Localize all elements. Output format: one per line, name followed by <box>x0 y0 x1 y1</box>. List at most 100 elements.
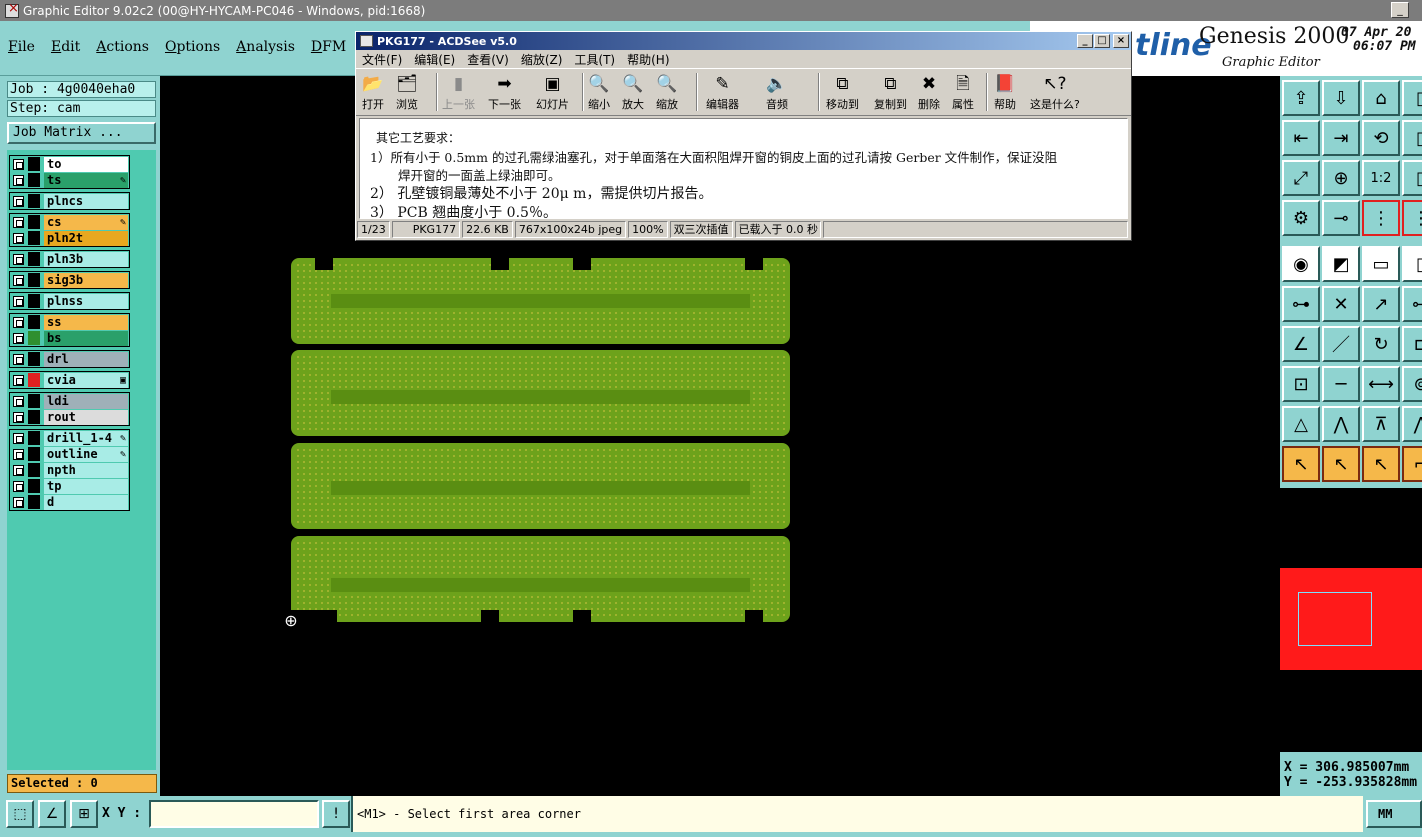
layer-color-swatch[interactable] <box>28 479 40 493</box>
layer-name[interactable]: rout <box>44 409 128 425</box>
layer-color-swatch[interactable] <box>28 194 40 208</box>
layer-color-swatch[interactable] <box>28 410 40 424</box>
tool-icon[interactable]: ⊏ <box>1402 326 1422 362</box>
layer-checkbox[interactable] <box>13 274 24 286</box>
layer-name[interactable]: drill_1-4 ✎ <box>44 430 128 446</box>
tool-icon[interactable]: ⟲ <box>1362 120 1400 156</box>
job-matrix-button[interactable]: Job Matrix ... <box>7 122 156 144</box>
tool-icon[interactable]: ⋮ <box>1362 200 1400 236</box>
acdsee-toolbar-button[interactable]: 🔍 缩放 <box>656 72 678 112</box>
units-button[interactable]: MM <box>1366 800 1422 828</box>
layer-row[interactable]: bs <box>10 330 129 346</box>
acdsee-toolbar-button[interactable]: ✖ 删除 <box>918 72 940 112</box>
acdsee-toolbar-button[interactable]: ▣ 幻灯片 <box>536 72 569 112</box>
tool-icon[interactable]: ◩ <box>1322 246 1360 282</box>
tool-icon[interactable]: ∠ <box>1282 326 1320 362</box>
tool-icon[interactable]: ⊶ <box>1282 286 1320 322</box>
layer-checkbox[interactable] <box>13 353 24 365</box>
menu-options[interactable]: Options <box>165 39 220 55</box>
acdsee-menu-zoom[interactable]: 缩放(Z) <box>521 51 563 68</box>
tool-icon[interactable]: ▯ <box>1402 120 1422 156</box>
layer-name[interactable]: ts ✎ <box>44 172 128 188</box>
layer-checkbox[interactable] <box>13 295 24 307</box>
tool-icon[interactable]: ⚙ <box>1282 200 1320 236</box>
menu-edit[interactable]: Edit <box>51 39 80 55</box>
tool-icon[interactable]: ↻ <box>1362 326 1400 362</box>
layer-color-swatch[interactable] <box>28 495 40 509</box>
acdsee-close-button[interactable]: × <box>1113 34 1129 48</box>
layer-color-swatch[interactable] <box>28 394 40 408</box>
tool-icon[interactable]: ⇤ <box>1282 120 1320 156</box>
menu-analysis[interactable]: Analysis <box>236 39 295 55</box>
layer-checkbox[interactable] <box>13 464 24 476</box>
acdsee-toolbar-button[interactable]: ▮ 上一张 <box>442 72 475 112</box>
acdsee-minimize-button[interactable]: _ <box>1077 34 1093 48</box>
tool-icon[interactable]: ✕ <box>1322 286 1360 322</box>
xy-input[interactable] <box>149 800 319 828</box>
layer-name[interactable]: plncs <box>44 193 128 209</box>
layer-name[interactable]: pln2t <box>44 230 128 246</box>
tool-icon[interactable]: ⤢ <box>1282 160 1320 196</box>
acdsee-toolbar-button[interactable]: 🔍 放大 <box>622 72 644 112</box>
tool-icon[interactable]: ▭ <box>1362 246 1400 282</box>
tool-icon[interactable]: ▯ <box>1402 246 1422 282</box>
layer-row[interactable]: ss <box>10 314 129 330</box>
layer-row[interactable]: cvia ▣ <box>10 372 129 388</box>
menu-actions[interactable]: Actions <box>96 39 149 55</box>
layer-name[interactable]: cvia ▣ <box>44 372 128 388</box>
layer-checkbox[interactable] <box>13 395 24 407</box>
layer-checkbox[interactable] <box>13 448 24 460</box>
layer-row[interactable]: drill_1-4 ✎ <box>10 430 129 446</box>
layer-row[interactable]: ldi <box>10 393 129 409</box>
layer-checkbox[interactable] <box>13 158 24 170</box>
layer-checkbox[interactable] <box>13 411 24 423</box>
layer-checkbox[interactable] <box>13 432 24 444</box>
acdsee-menu-help[interactable]: 帮助(H) <box>627 51 669 68</box>
tool-icon[interactable]: ⋀ <box>1402 406 1422 442</box>
acdsee-toolbar-button[interactable]: ⧉ 复制到 <box>874 72 907 112</box>
layer-row[interactable]: sig3b <box>10 272 129 288</box>
acdsee-toolbar-button[interactable]: ⧉ 移动到 <box>826 72 859 112</box>
layer-color-swatch[interactable] <box>28 315 40 329</box>
tool-icon[interactable]: ⋮ <box>1402 200 1422 236</box>
layer-row[interactable]: d <box>10 494 129 510</box>
layer-checkbox[interactable] <box>13 253 24 265</box>
acdsee-toolbar-button[interactable]: 🔍 缩小 <box>588 72 610 112</box>
layer-name[interactable]: outline ✎ <box>44 446 128 462</box>
layer-color-swatch[interactable] <box>28 231 40 245</box>
layer-color-swatch[interactable] <box>28 431 40 445</box>
acdsee-menu-tools[interactable]: 工具(T) <box>574 51 615 68</box>
layer-name[interactable]: tp <box>44 478 128 494</box>
acdsee-toolbar-button[interactable]: 📕 帮助 <box>994 72 1016 112</box>
grid-icon[interactable]: ⊞ <box>70 800 98 828</box>
tool-icon[interactable]: ↖ <box>1322 446 1360 482</box>
menu-file[interactable]: File <box>8 39 35 55</box>
layer-name[interactable]: cs ✎ <box>44 214 128 230</box>
layer-checkbox[interactable] <box>13 232 24 244</box>
overview-map[interactable] <box>1280 488 1422 752</box>
tool-icon[interactable]: ⊚ <box>1402 366 1422 402</box>
layer-color-swatch[interactable] <box>28 215 40 229</box>
tool-icon[interactable]: △ <box>1282 406 1320 442</box>
layer-row[interactable]: pln3b <box>10 251 129 267</box>
layer-row[interactable]: cs ✎ <box>10 214 129 230</box>
layer-color-swatch[interactable] <box>28 352 40 366</box>
layer-name[interactable]: drl <box>44 351 128 367</box>
tool-icon[interactable]: ⋀ <box>1322 406 1360 442</box>
layer-checkbox[interactable] <box>13 332 24 344</box>
tool-icon[interactable]: 1:2 <box>1362 160 1400 196</box>
tool-icon[interactable]: ⟷ <box>1362 366 1400 402</box>
layer-name[interactable]: sig3b <box>44 272 128 288</box>
tool-icon[interactable]: ⇪ <box>1282 80 1320 116</box>
layer-checkbox[interactable] <box>13 316 24 328</box>
menu-dfm[interactable]: DFM <box>311 39 346 55</box>
layer-row[interactable]: outline ✎ <box>10 446 129 462</box>
tool-icon[interactable]: ⌂ <box>1362 80 1400 116</box>
layer-row[interactable]: drl <box>10 351 129 367</box>
layer-name[interactable]: ldi <box>44 393 128 409</box>
overview-viewport[interactable] <box>1298 592 1372 646</box>
tool-icon[interactable]: ⊶ <box>1402 286 1422 322</box>
layer-row[interactable]: tp <box>10 478 129 494</box>
alert-button[interactable]: ! <box>322 800 350 828</box>
measure-icon[interactable]: ∠ <box>38 800 66 828</box>
